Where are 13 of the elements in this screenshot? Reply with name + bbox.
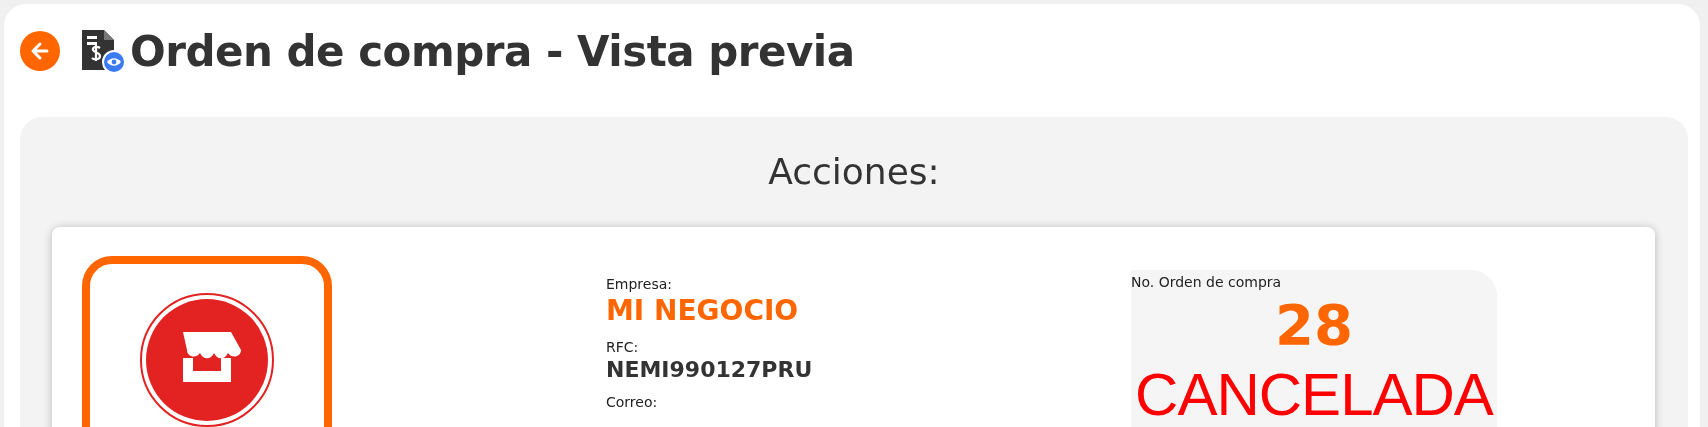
order-status: CANCELADA bbox=[1135, 360, 1493, 427]
page-title: Orden de compra - Vista previa bbox=[130, 26, 855, 76]
field-label: Empresa: bbox=[606, 276, 674, 292]
field-label: RFC: bbox=[606, 339, 640, 355]
document-preview-icon bbox=[80, 28, 126, 74]
back-arrow-icon bbox=[29, 40, 51, 62]
back-button[interactable] bbox=[20, 31, 60, 71]
field-value: MI NEGOCIO bbox=[606, 294, 800, 327]
order-number: 28 bbox=[1274, 291, 1354, 359]
field-label: Correo: bbox=[606, 394, 659, 410]
actions-heading: Acciones: bbox=[767, 150, 941, 194]
field-value: NEMI990127PRU bbox=[606, 357, 814, 382]
order-number-label: No. Orden de compra bbox=[1131, 274, 1283, 290]
